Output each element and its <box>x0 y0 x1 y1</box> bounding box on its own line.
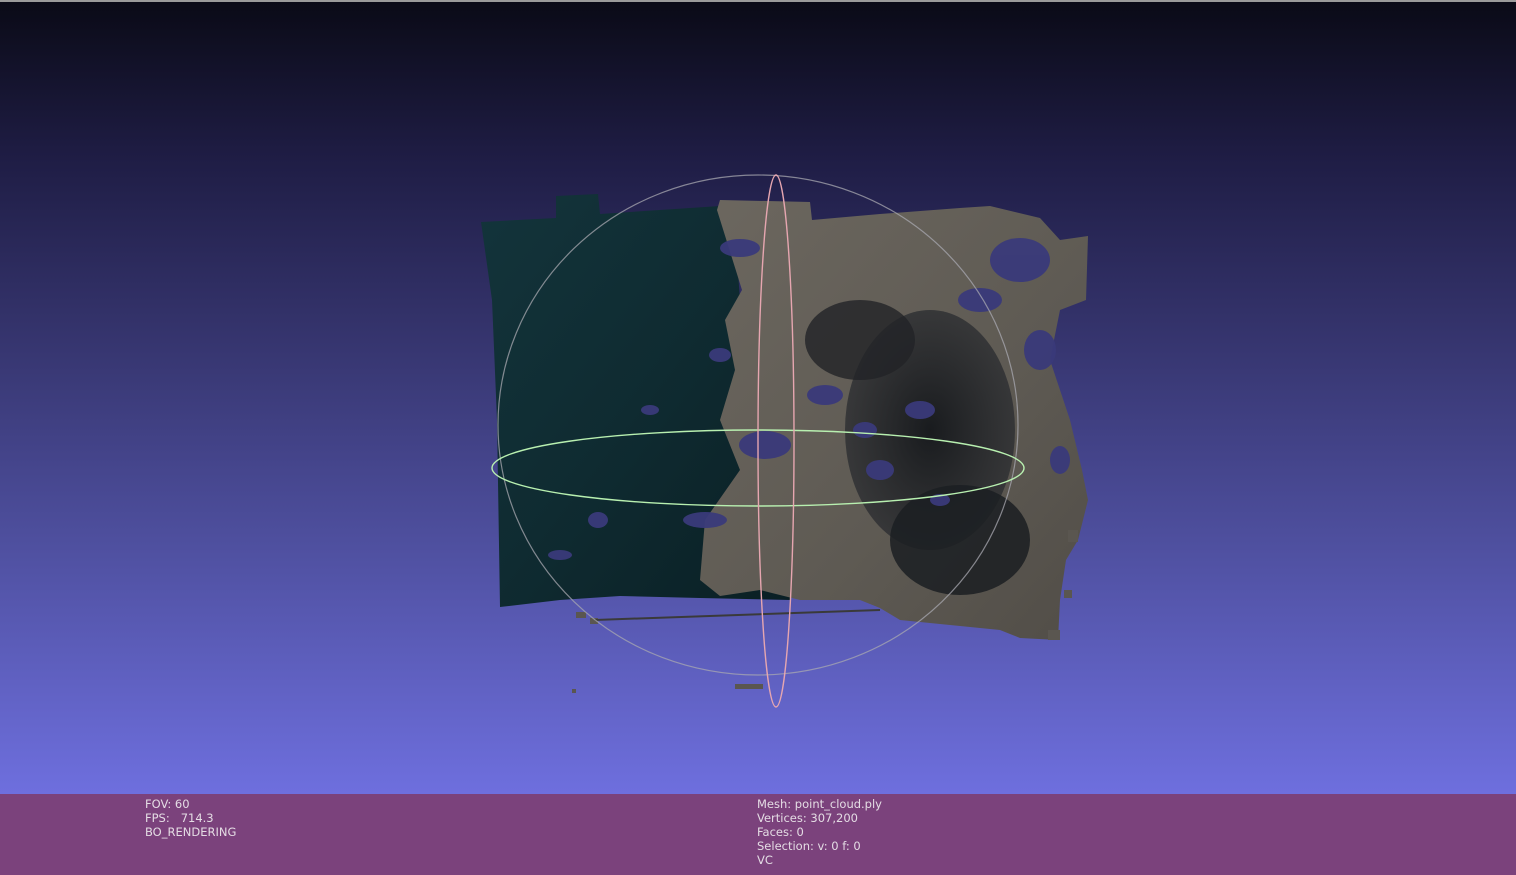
render-mode-readout: BO_RENDERING <box>145 825 237 839</box>
point-cloud-dark-region-lower <box>890 485 1030 595</box>
scene-canvas[interactable] <box>0 0 1516 794</box>
3d-viewport[interactable] <box>0 0 1516 794</box>
fps-readout: FPS: 714.3 <box>145 811 214 825</box>
color-mode-readout: VC <box>757 853 773 867</box>
point-cloud-mesh <box>481 194 1088 693</box>
point-cloud-dark-region-upper <box>805 300 915 380</box>
render-info-panel: FOV: 60 FPS: 714.3 BO_RENDERING <box>145 797 236 839</box>
mesh-info-panel: Mesh: point_cloud.ply Vertices: 307,200 … <box>757 797 882 867</box>
info-bar: FOV: 60 FPS: 714.3 BO_RENDERING Mesh: po… <box>0 794 1516 875</box>
fov-readout: FOV: 60 <box>145 797 190 811</box>
mesh-name-readout: Mesh: point_cloud.ply <box>757 797 882 811</box>
point-cloud-edge-line <box>594 609 881 621</box>
faces-readout: Faces: 0 <box>757 825 804 839</box>
selection-readout: Selection: v: 0 f: 0 <box>757 839 861 853</box>
vertices-readout: Vertices: 307,200 <box>757 811 858 825</box>
